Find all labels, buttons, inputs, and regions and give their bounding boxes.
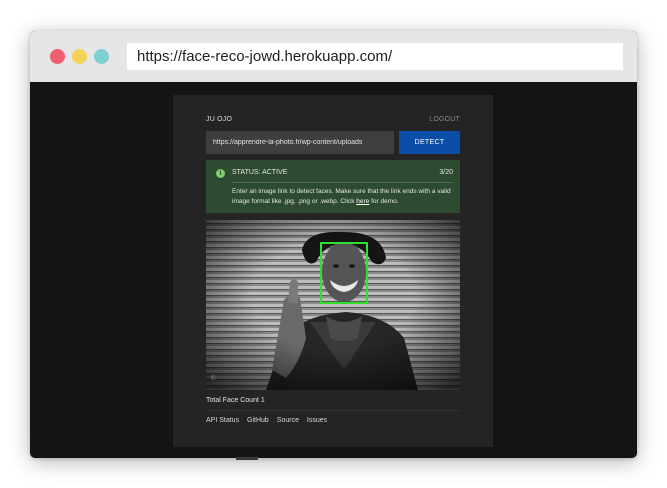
issues-link[interactable]: Issues (307, 417, 327, 424)
close-window-dot[interactable] (50, 49, 65, 64)
info-icon: i (216, 169, 225, 178)
status-label: STATUS: ACTIVE (232, 169, 288, 176)
api-status-link[interactable]: API Status (206, 417, 239, 424)
footer-links: API Status GitHub Source Issues (206, 417, 333, 424)
face-bounding-box (320, 242, 368, 304)
browser-window: https://face-reco-jowd.herokuapp.com/ JU… (30, 31, 637, 458)
address-bar[interactable]: https://face-reco-jowd.herokuapp.com/ (127, 43, 623, 70)
image-watermark: © (211, 376, 216, 382)
status-description: Enter an image link to detect faces. Mak… (232, 187, 453, 207)
status-box: i STATUS: ACTIVE 3/20 Enter an image lin… (206, 160, 460, 213)
description-text-end: for demo. (369, 198, 399, 205)
source-link[interactable]: Source (277, 417, 299, 424)
bottom-edge-tab (236, 457, 258, 460)
result-image: © (206, 220, 460, 390)
github-link[interactable]: GitHub (247, 417, 269, 424)
maximize-window-dot[interactable] (94, 49, 109, 64)
detect-button[interactable]: DETECT (399, 131, 460, 154)
status-divider (232, 182, 453, 183)
footer-divider (206, 410, 460, 411)
total-face-count: Total Face Count 1 (206, 397, 265, 404)
logout-link[interactable]: LOGOUT (429, 116, 460, 123)
top-bar: JU OJO LOGOUT (206, 116, 460, 128)
minimize-window-dot[interactable] (72, 49, 87, 64)
app-panel: JU OJO LOGOUT DETECT i STATUS: ACTIVE 3/… (173, 95, 493, 447)
demo-link[interactable]: here (356, 198, 369, 205)
usage-count: 3/20 (439, 169, 453, 176)
user-name: JU OJO (206, 116, 233, 123)
description-text: Enter an image link to detect faces. Mak… (232, 188, 451, 205)
browser-chrome: https://face-reco-jowd.herokuapp.com/ (30, 31, 637, 82)
image-url-input[interactable] (206, 131, 394, 154)
